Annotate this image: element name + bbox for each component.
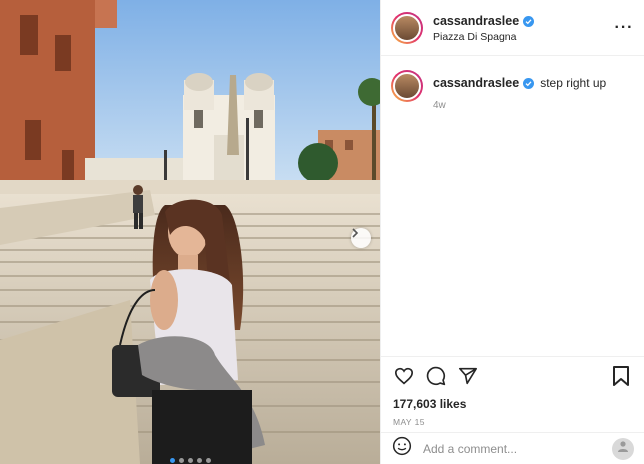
- carousel-dot: [196, 458, 202, 463]
- save-button[interactable]: [610, 365, 632, 391]
- paper-plane-icon: [458, 367, 478, 390]
- post-side-panel: cassandraslee Piazza Di Spagna ··· cassa…: [380, 0, 644, 464]
- caption-username-link[interactable]: cassandraslee: [433, 76, 519, 90]
- comment-button[interactable]: [425, 366, 447, 391]
- post-date: MAY 15: [393, 417, 425, 427]
- more-options-button[interactable]: ···: [614, 19, 634, 37]
- bookmark-icon: [613, 365, 629, 391]
- username-link[interactable]: cassandraslee: [433, 14, 519, 30]
- comment-input[interactable]: Add a comment...: [423, 442, 612, 456]
- carousel-dot: [169, 458, 175, 463]
- caption-avatar[interactable]: [391, 70, 423, 102]
- post-photo[interactable]: [0, 0, 380, 464]
- carousel-dot: [187, 458, 193, 463]
- action-bar: 177,603 likes MAY 15: [381, 356, 644, 427]
- emoji-button[interactable]: [391, 436, 413, 461]
- carousel-dot: [205, 458, 211, 463]
- post-header: cassandraslee Piazza Di Spagna ···: [381, 0, 644, 56]
- like-button[interactable]: [393, 367, 415, 389]
- comment-bar: Add a comment...: [381, 432, 644, 464]
- carousel-indicator: [0, 458, 380, 463]
- post-comment-button[interactable]: [612, 437, 634, 460]
- carousel-next-button[interactable]: [351, 228, 371, 248]
- comment-icon: [426, 366, 446, 391]
- caption: cassandraslee step right up 4w: [381, 56, 644, 111]
- post-age: 4w: [433, 100, 446, 111]
- caption-text: step right up: [540, 76, 607, 90]
- verified-badge-icon: [523, 16, 535, 28]
- post-dialog: cassandraslee Piazza Di Spagna ··· cassa…: [0, 0, 644, 464]
- avatar[interactable]: [391, 11, 423, 44]
- emoji-icon: [392, 436, 412, 461]
- more-horizontal-icon: ···: [614, 18, 634, 36]
- location-link[interactable]: Piazza Di Spagna: [433, 31, 614, 44]
- likes-count[interactable]: 177,603 likes: [393, 397, 632, 411]
- user-avatar-icon: [616, 439, 630, 458]
- heart-icon: [394, 367, 414, 390]
- verified-badge-icon: [523, 77, 535, 89]
- share-button[interactable]: [457, 367, 479, 389]
- carousel-dot: [178, 458, 184, 463]
- photo-scene: [0, 0, 380, 464]
